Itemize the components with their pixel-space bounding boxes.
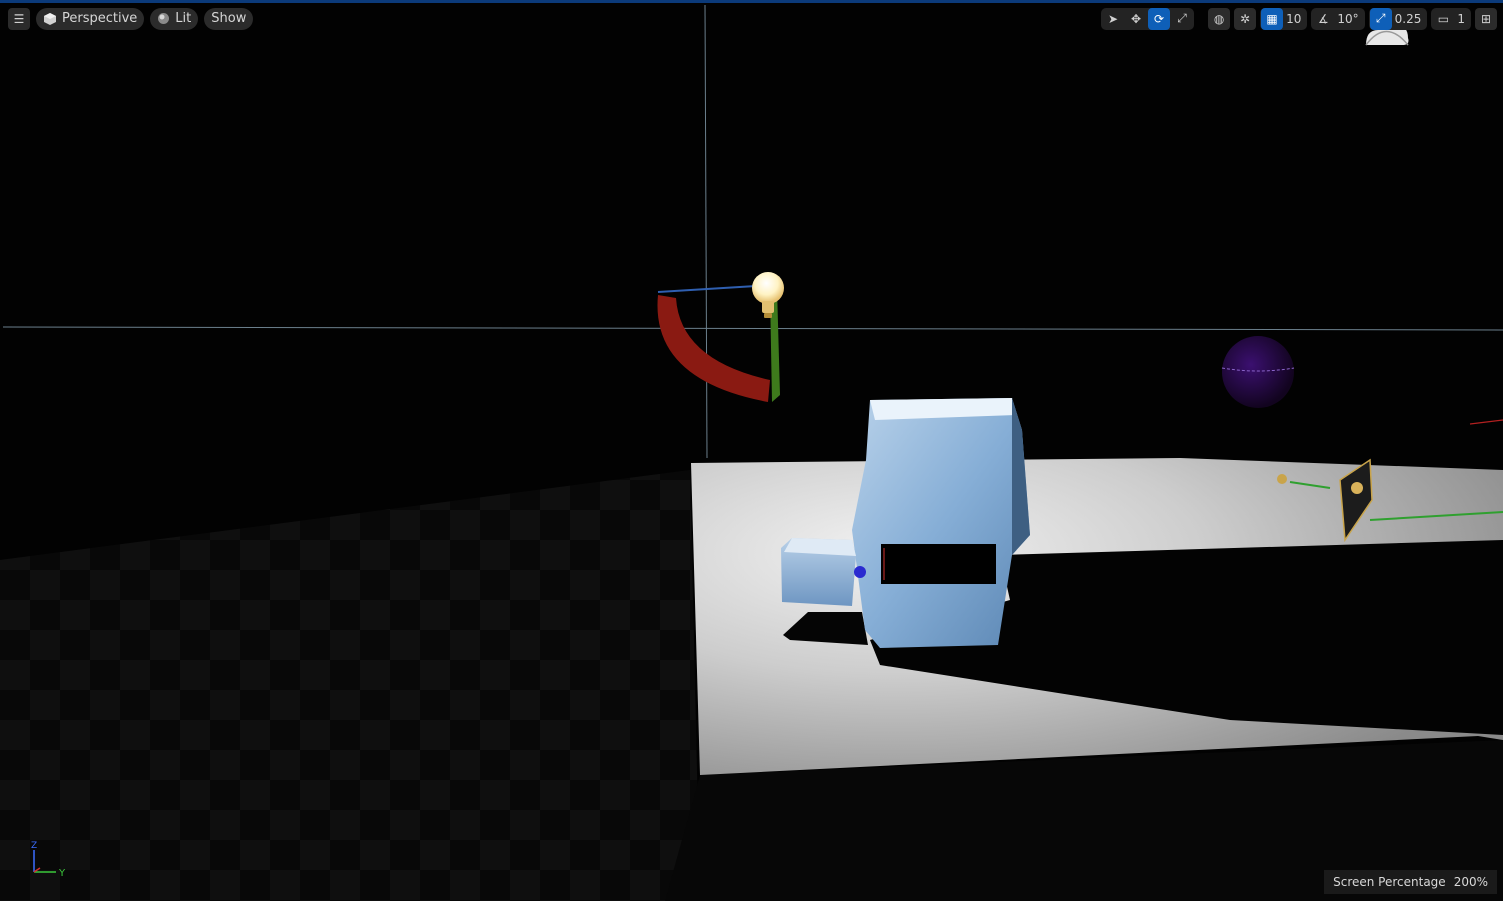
tall-box-mesh[interactable] — [852, 398, 1030, 648]
viewport-layout-button[interactable]: ⊞ — [1475, 7, 1497, 30]
horizon-line — [2, 326, 1503, 331]
translate-mode-button[interactable]: ✥ — [1125, 8, 1147, 30]
angle-icon: ∡ — [1317, 11, 1329, 26]
viewport-menu-button[interactable]: ☰ — [8, 7, 30, 30]
rotation-snap-group: ∡ 10° — [1311, 7, 1365, 30]
cube-icon — [44, 12, 56, 25]
select-mode-button[interactable]: ➤ — [1102, 8, 1124, 30]
point-light-icon[interactable] — [752, 272, 784, 318]
screen-percentage-value: 200% — [1453, 875, 1488, 889]
level-viewport[interactable]: Z Y ☰ Perspective Lit Show ➤ ✥ ⟳ ⤢ ◍ ✲ ▦… — [0, 0, 1503, 901]
view-mode-button[interactable]: Lit — [150, 7, 199, 30]
transform-tools-group: ➤ ✥ ⟳ ⤢ — [1101, 7, 1195, 30]
layout-icon: ⊞ — [1480, 11, 1492, 26]
viewport-toolbar-right: ➤ ✥ ⟳ ⤢ ◍ ✲ ▦ 10 ∡ 10° ⤢ 0.25 ▭ 1 ⊞ — [1101, 7, 1497, 30]
purple-sphere-mesh[interactable] — [1222, 336, 1294, 408]
viewport-toolbar-left: ☰ Perspective Lit Show — [8, 7, 254, 30]
view-mode-label: Lit — [175, 11, 192, 26]
screen-percentage-overlay: Screen Percentage 200% — [1324, 870, 1497, 894]
camera-speed-button[interactable]: ▭ — [1432, 8, 1454, 30]
scale-snap-group: ⤢ 0.25 — [1368, 7, 1428, 30]
rotate-mode-button[interactable]: ⟳ — [1148, 7, 1171, 30]
viewport-scene[interactable]: Z Y — [0, 0, 1503, 901]
pivot-vertical-line — [704, 4, 708, 459]
grid-snap-value[interactable]: 10 — [1284, 12, 1306, 26]
surface-snap-icon: ✲ — [1240, 11, 1251, 26]
move-icon: ✥ — [1131, 11, 1142, 26]
grid-snap-group: ▦ 10 — [1260, 7, 1308, 30]
lit-sphere-icon — [158, 13, 170, 24]
world-local-toggle[interactable]: ◍ — [1208, 7, 1231, 30]
scale-snap-toggle[interactable]: ⤢ — [1369, 7, 1392, 30]
grid-icon: ▦ — [1266, 11, 1278, 26]
background-floor-grid — [0, 470, 700, 901]
rotation-gizmo[interactable] — [657, 285, 780, 402]
hamburger-icon: ☰ — [13, 11, 25, 26]
scale-snap-value[interactable]: 0.25 — [1393, 12, 1427, 26]
scale-snap-icon: ⤢ — [1375, 11, 1386, 25]
globe-icon: ◍ — [1213, 11, 1225, 26]
show-label: Show — [211, 11, 247, 26]
perspective-label: Perspective — [62, 11, 138, 26]
rotation-snap-toggle[interactable]: ∡ — [1312, 8, 1334, 30]
show-button[interactable]: Show — [204, 7, 254, 30]
screen-percentage-label: Screen Percentage — [1333, 875, 1446, 889]
camera-speed-group: ▭ 1 — [1431, 7, 1471, 30]
rotation-snap-value[interactable]: 10° — [1335, 12, 1363, 26]
perspective-button[interactable]: Perspective — [36, 7, 145, 30]
red-wire-right — [1469, 419, 1503, 425]
grid-snap-toggle[interactable]: ▦ — [1261, 7, 1284, 30]
rotate-icon: ⟳ — [1154, 11, 1165, 26]
cursor-icon: ➤ — [1108, 11, 1119, 26]
scale-mode-button[interactable]: ⤢ — [1171, 8, 1193, 30]
surface-snap-toggle[interactable]: ✲ — [1234, 7, 1257, 30]
axis-z-label: Z — [31, 841, 37, 851]
camera-speed-value[interactable]: 1 — [1455, 12, 1470, 26]
box-opening — [881, 544, 996, 584]
axis-y-label: Y — [58, 868, 66, 879]
camera-icon: ▭ — [1437, 11, 1450, 26]
scale-icon: ⤢ — [1177, 11, 1187, 25]
